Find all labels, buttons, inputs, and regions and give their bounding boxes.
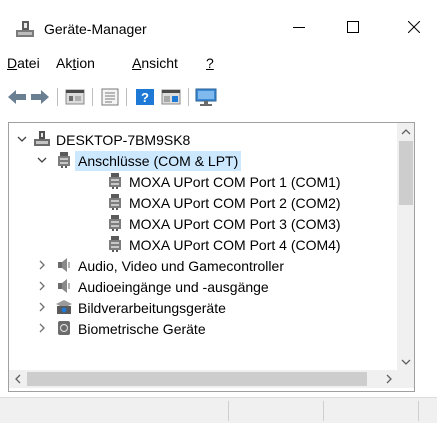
horizontal-scroll-thumb[interactable] xyxy=(27,372,367,386)
status-pane xyxy=(0,401,229,421)
port-icon xyxy=(106,214,124,232)
menu-bar: Datei Aktion Ansicht ? xyxy=(0,50,437,76)
port-icon xyxy=(55,151,73,169)
chevron-down-icon[interactable] xyxy=(36,154,48,166)
tree-item-label: Audioeingänge und -ausgänge xyxy=(78,279,269,295)
camera-icon xyxy=(55,298,73,316)
menu-ansicht[interactable]: Ansicht xyxy=(132,55,178,71)
port-icon xyxy=(106,193,124,211)
scroll-corner xyxy=(397,370,414,388)
tree-item-ports[interactable]: Anschlüsse (COM & LPT) xyxy=(9,150,397,171)
scroll-down-icon[interactable] xyxy=(397,353,414,370)
tree-item-audio-io[interactable]: Audioeingänge und -ausgänge xyxy=(9,276,397,297)
menu-datei[interactable]: Datei xyxy=(7,55,40,71)
scroll-left-icon[interactable] xyxy=(9,370,26,388)
tree-item-biometric[interactable]: Biometrische Geräte xyxy=(9,318,397,339)
close-icon xyxy=(408,21,420,33)
device-tree-panel: DESKTOP-7BM9SK8 Anschlüsse (COM & LPT) M… xyxy=(8,122,415,392)
tree-item-label: Audio, Video und Gamecontroller xyxy=(78,258,284,274)
menu-help[interactable]: ? xyxy=(206,55,214,71)
status-pane xyxy=(229,401,324,421)
close-button[interactable] xyxy=(391,10,437,44)
back-arrow-icon xyxy=(8,90,26,104)
port-icon xyxy=(106,235,124,253)
scan-hardware-button[interactable] xyxy=(195,86,217,108)
chevron-down-icon[interactable] xyxy=(16,133,28,145)
list-view-icon xyxy=(101,88,119,106)
help-icon: ? xyxy=(136,89,154,105)
tree-item-imaging[interactable]: Bildverarbeitungsgeräte xyxy=(9,297,397,318)
chevron-right-icon[interactable] xyxy=(36,259,48,271)
maximize-button[interactable] xyxy=(330,10,376,44)
tree-item-label: MOXA UPort COM Port 2 (COM2) xyxy=(129,195,341,211)
speaker-icon xyxy=(55,256,73,274)
svg-text:?: ? xyxy=(141,90,149,105)
status-bar xyxy=(0,397,437,423)
toolbar-separator xyxy=(57,88,58,106)
minimize-button[interactable] xyxy=(276,10,322,44)
status-pane xyxy=(324,401,419,421)
forward-arrow-icon xyxy=(31,90,49,104)
scroll-right-icon[interactable] xyxy=(380,370,397,388)
tree-item-label: MOXA UPort COM Port 3 (COM3) xyxy=(129,216,341,232)
vertical-scroll-thumb[interactable] xyxy=(399,141,413,205)
speaker-icon xyxy=(55,277,73,295)
biometric-icon xyxy=(55,319,73,337)
help-button[interactable]: ? xyxy=(134,86,156,108)
tree-item-label: DESKTOP-7BM9SK8 xyxy=(56,132,191,148)
title-bar: Geräte-Manager xyxy=(0,0,437,48)
port-icon xyxy=(106,172,124,190)
computer-icon xyxy=(33,130,51,148)
forward-button[interactable] xyxy=(29,86,51,108)
tree-item-computer[interactable]: DESKTOP-7BM9SK8 xyxy=(9,129,397,150)
tree-item-com-port[interactable]: MOXA UPort COM Port 3 (COM3) xyxy=(9,213,397,234)
chevron-right-icon[interactable] xyxy=(36,280,48,292)
toolbar: ? xyxy=(0,80,437,114)
tree-item-com-port[interactable]: MOXA UPort COM Port 2 (COM2) xyxy=(9,192,397,213)
tree-item-com-port[interactable]: MOXA UPort COM Port 4 (COM4) xyxy=(9,234,397,255)
tree-item-label: Anschlüsse (COM & LPT) xyxy=(75,151,242,171)
tree-item-label: Bildverarbeitungsgeräte xyxy=(78,300,226,316)
vertical-scrollbar[interactable] xyxy=(397,123,414,370)
menu-aktion[interactable]: Aktion xyxy=(56,55,95,71)
tree-item-label: MOXA UPort COM Port 4 (COM4) xyxy=(129,237,341,253)
window-title: Geräte-Manager xyxy=(44,21,147,37)
list-view-button[interactable] xyxy=(99,86,121,108)
toolbar-separator xyxy=(126,88,127,106)
monitor-icon xyxy=(195,88,217,106)
tree-item-audio-video[interactable]: Audio, Video und Gamecontroller xyxy=(9,255,397,276)
device-tree: DESKTOP-7BM9SK8 Anschlüsse (COM & LPT) M… xyxy=(9,123,397,370)
properties-icon xyxy=(65,89,85,105)
maximize-icon xyxy=(347,21,359,33)
scroll-up-icon[interactable] xyxy=(397,123,414,140)
toolbar-separator xyxy=(92,88,93,106)
chevron-right-icon[interactable] xyxy=(36,322,48,334)
chevron-right-icon[interactable] xyxy=(36,301,48,313)
detail-view-icon xyxy=(161,89,181,105)
minimize-icon xyxy=(293,27,305,28)
tree-item-com-port[interactable]: MOXA UPort COM Port 1 (COM1) xyxy=(9,171,397,192)
horizontal-scrollbar[interactable] xyxy=(9,370,397,388)
toolbar-separator xyxy=(188,88,189,106)
back-button[interactable] xyxy=(6,86,28,108)
tree-item-label: MOXA UPort COM Port 1 (COM1) xyxy=(129,174,341,190)
tree-item-label: Biometrische Geräte xyxy=(78,321,206,337)
device-manager-icon xyxy=(15,20,35,38)
properties-button[interactable] xyxy=(64,86,86,108)
detail-view-button[interactable] xyxy=(160,86,182,108)
